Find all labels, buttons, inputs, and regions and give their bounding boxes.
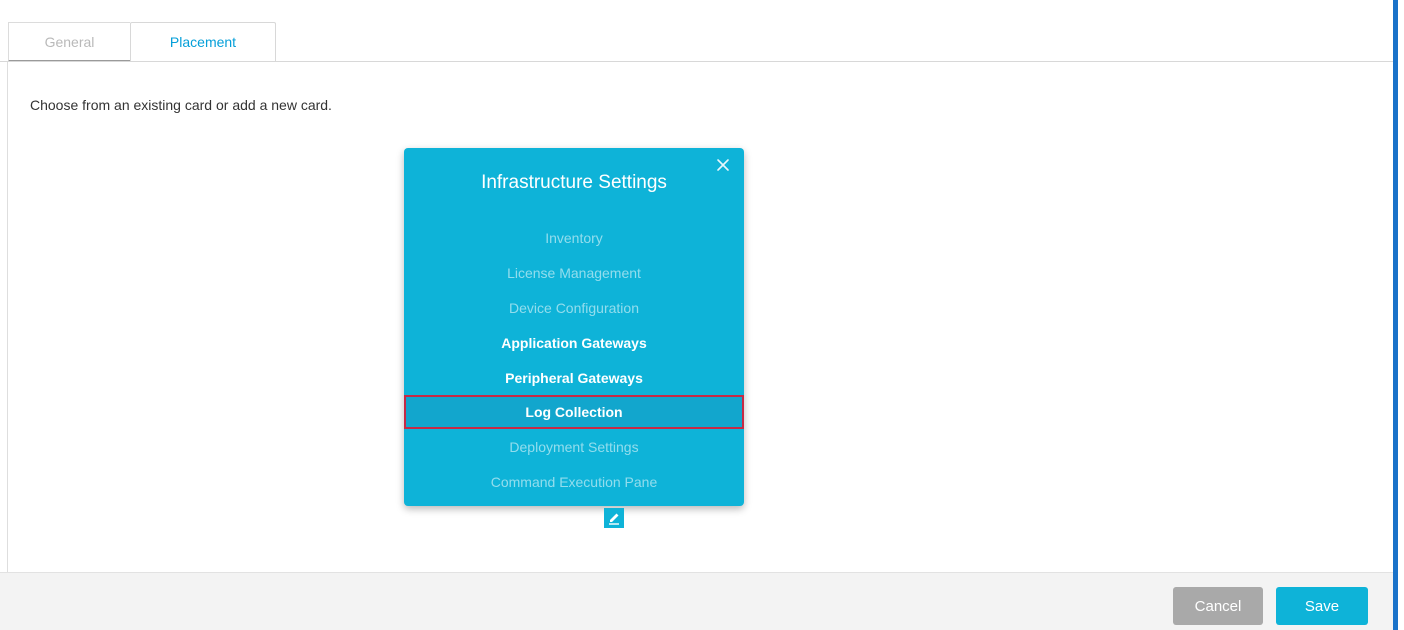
- content-border: [7, 62, 8, 572]
- card-item-device-configuration[interactable]: Device Configuration: [404, 290, 744, 325]
- card-item-inventory[interactable]: Inventory: [404, 220, 744, 255]
- card-item-peripheral-gateways[interactable]: Peripheral Gateways: [404, 360, 744, 395]
- instructions-text: Choose from an existing card or add a ne…: [30, 97, 332, 113]
- placement-dialog: General Placement Choose from an existin…: [0, 0, 1404, 630]
- right-accent-stripe: [1393, 0, 1398, 630]
- pencil-icon[interactable]: [604, 508, 624, 528]
- close-icon-glyph: [717, 159, 729, 171]
- pencil-icon-glyph: [609, 513, 619, 525]
- card-item-command-execution-pane[interactable]: Command Execution Pane: [404, 464, 744, 499]
- tab-general[interactable]: General: [8, 22, 130, 62]
- card-item-license-management[interactable]: License Management: [404, 255, 744, 290]
- tabs-divider: [0, 61, 1393, 62]
- card-title: Infrastructure Settings: [481, 172, 667, 193]
- tab-placement[interactable]: Placement: [130, 22, 276, 62]
- infrastructure-settings-card[interactable]: Infrastructure Settings Inventory Licens…: [404, 148, 744, 506]
- save-button[interactable]: Save: [1276, 587, 1368, 625]
- dialog-footer: Cancel Save: [0, 572, 1393, 630]
- card-item-deployment-settings[interactable]: Deployment Settings: [404, 429, 744, 464]
- card-item-list: Inventory License Management Device Conf…: [404, 220, 744, 499]
- card-item-application-gateways[interactable]: Application Gateways: [404, 325, 744, 360]
- cancel-button[interactable]: Cancel: [1173, 587, 1263, 625]
- tabs-bar: General Placement: [0, 0, 1393, 62]
- card-item-log-collection[interactable]: Log Collection: [404, 395, 744, 429]
